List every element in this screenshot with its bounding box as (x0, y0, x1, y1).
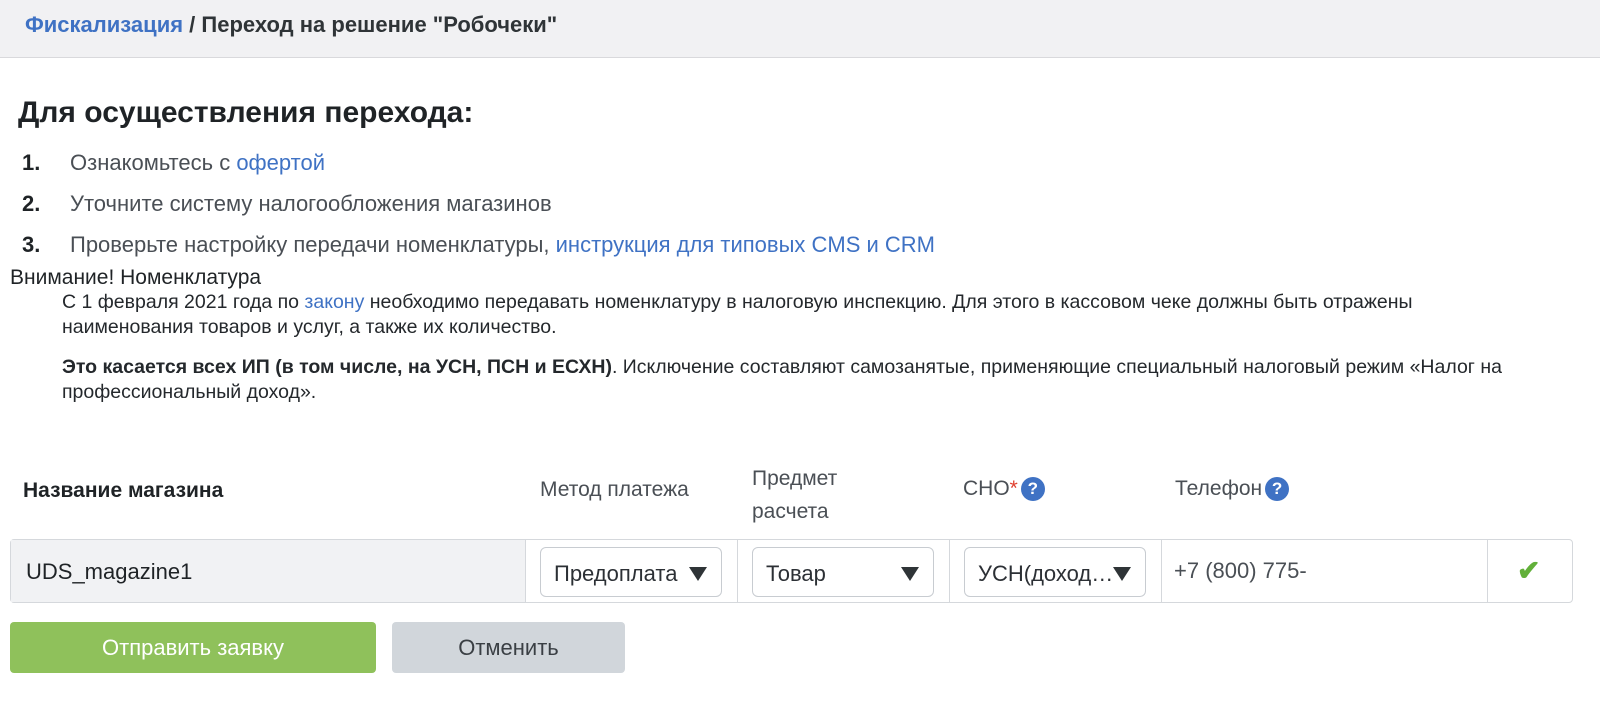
header-subject-line: Предмет (752, 467, 838, 490)
required-asterisk: * (1009, 477, 1018, 500)
caret-down-icon (901, 567, 919, 581)
breadcrumb-separator: / (183, 12, 202, 37)
header-payment-method: Метод платежа (540, 478, 689, 501)
payment-subject-cell: Товар (738, 540, 950, 602)
header-sno: СНО*? (963, 477, 1045, 501)
sno-value: УСН(доходы) (978, 561, 1114, 586)
confirm-cell: ✔ (1488, 540, 1573, 602)
step-text: Проверьте настройку передачи номенклатур… (70, 232, 556, 257)
breadcrumb-link-fiscalization[interactable]: Фискализация (25, 12, 183, 37)
table-row: UDS_magazine1 Предоплата Товар УСН(доход… (10, 539, 1573, 603)
cancel-button[interactable]: Отменить (392, 622, 625, 673)
phone-cell (1162, 540, 1488, 602)
caret-down-icon (1113, 567, 1131, 581)
header-phone: Телефон? (1175, 477, 1290, 501)
step-text: Ознакомьтесь с (70, 150, 237, 175)
cms-crm-instructions-link[interactable]: инструкция для типовых CMS и CRM (556, 232, 935, 257)
question-circle-icon[interactable]: ? (1020, 477, 1045, 501)
payment-subject-select[interactable]: Товар (752, 547, 934, 597)
checkmark-icon[interactable]: ✔ (1517, 554, 1540, 587)
payment-method-select[interactable]: Предоплата (540, 547, 722, 597)
header-payment-subject: Предмет расчета (752, 462, 837, 528)
law-link[interactable]: закону (304, 291, 364, 313)
warning-paragraph-1: С 1 февраля 2021 года по закону необходи… (62, 290, 1502, 340)
header-shop-name: Название магазина (23, 479, 224, 502)
top-bar: Фискализация / Переход на решение "Робоч… (0, 0, 1600, 58)
payment-method-cell: Предоплата (526, 540, 738, 602)
sno-select[interactable]: УСН(доходы) (964, 547, 1146, 597)
caret-down-icon (689, 567, 707, 581)
breadcrumb: Фискализация / Переход на решение "Робоч… (25, 12, 557, 38)
header-phone-label: Телефон (1175, 477, 1263, 500)
page-title: Для осуществления перехода: (18, 96, 474, 129)
header-sno-label: СНО (963, 477, 1010, 500)
warning-paragraph-2: Это касается всех ИП (в том числе, на УС… (62, 355, 1502, 405)
question-circle-icon[interactable]: ? (1265, 477, 1290, 501)
sno-cell: УСН(доходы) (950, 540, 1162, 602)
step-number: 3. (22, 232, 41, 257)
breadcrumb-current: Переход на решение "Робочеки" (201, 12, 558, 37)
shop-name-cell: UDS_magazine1 (11, 540, 526, 602)
warning-title: Внимание! Номенклатура (10, 266, 262, 289)
shop-name: UDS_magazine1 (26, 559, 193, 584)
step-number: 1. (22, 150, 41, 175)
payment-method-value: Предоплата (554, 561, 678, 586)
header-subject-line: расчета (752, 500, 829, 523)
phone-input[interactable] (1174, 550, 1319, 592)
warning-text: С 1 февраля 2021 года по (62, 291, 305, 313)
warning-bold-text: Это касается всех ИП (в том числе, на УС… (62, 356, 612, 378)
step-number: 2. (22, 191, 41, 216)
step-text: Уточните систему налогообложения магазин… (70, 191, 552, 216)
payment-subject-value: Товар (766, 561, 826, 586)
offer-link[interactable]: офертой (236, 150, 325, 175)
submit-request-button[interactable]: Отправить заявку (10, 622, 376, 673)
